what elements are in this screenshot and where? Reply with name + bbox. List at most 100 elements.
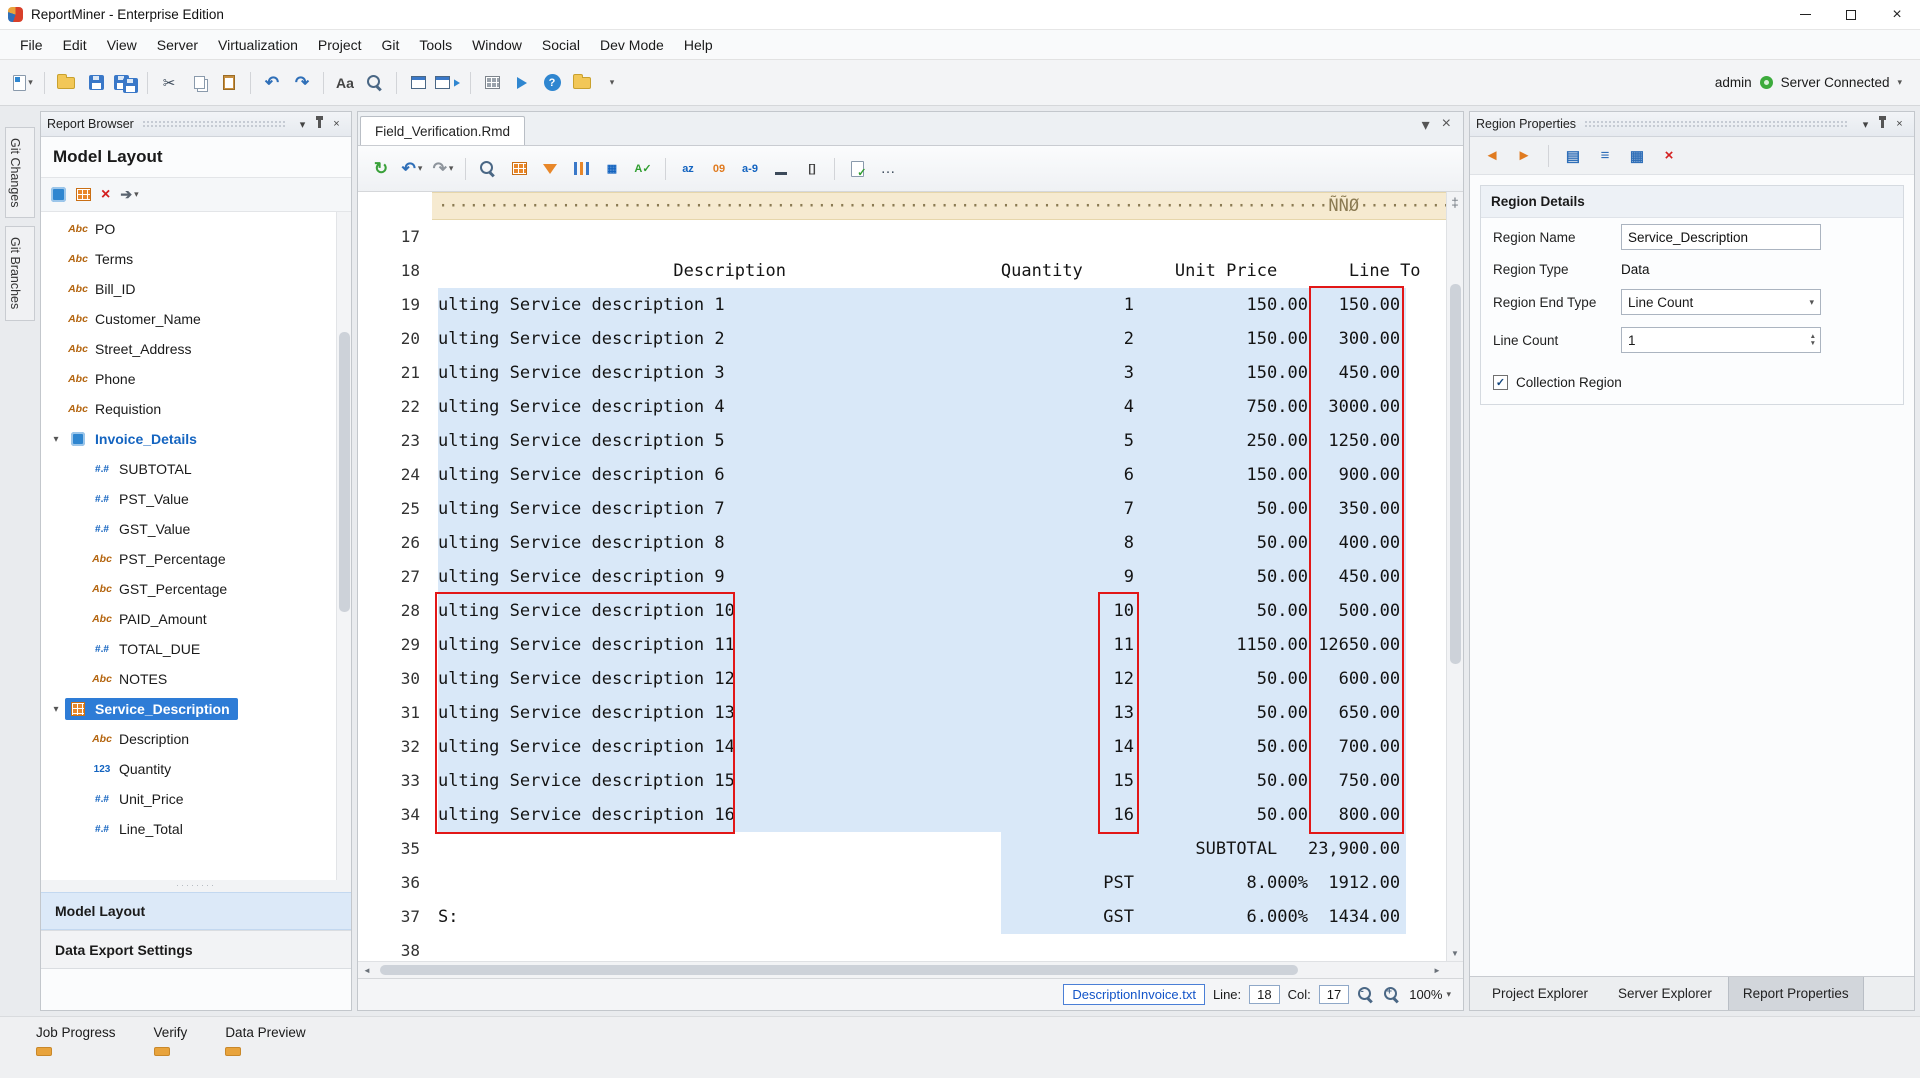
project-explorer-tab[interactable]: Project Explorer bbox=[1478, 977, 1602, 1010]
add-table-region-button[interactable] bbox=[76, 188, 91, 201]
sort-az-button[interactable]: az bbox=[675, 156, 701, 182]
save-all-button[interactable] bbox=[113, 70, 139, 96]
tree-item-total_due[interactable]: #.#TOTAL_DUE bbox=[41, 634, 336, 664]
model-layout-tab[interactable]: Model Layout bbox=[41, 892, 351, 930]
tree-item-customer_name[interactable]: AbcCustomer_Name bbox=[41, 304, 336, 334]
sort-09-button[interactable]: 09 bbox=[706, 156, 732, 182]
minimize-button[interactable] bbox=[1782, 0, 1828, 29]
document-tab[interactable]: Field_Verification.Rmd bbox=[360, 116, 525, 145]
split-view-handle[interactable]: ‡ bbox=[1451, 192, 1458, 212]
viewer-row-27[interactable]: 27ulting Service description 9 9 50.00 4… bbox=[358, 560, 1463, 594]
tree-item-paid_amount[interactable]: AbcPAID_Amount bbox=[41, 604, 336, 634]
refresh-button[interactable]: ↻ bbox=[368, 156, 394, 182]
copy-button[interactable] bbox=[186, 70, 212, 96]
data-grid-button[interactable] bbox=[479, 70, 505, 96]
start-button[interactable] bbox=[509, 70, 535, 96]
brackets-button[interactable]: [] bbox=[799, 156, 825, 182]
previous-region-button[interactable]: ◄ bbox=[1480, 144, 1504, 168]
spin-up-icon[interactable]: ▲ bbox=[1810, 334, 1816, 340]
viewer-row-37[interactable]: 37S: GST 6.000% 1434.00 bbox=[358, 900, 1463, 934]
edit-pattern-button[interactable]: ▦ bbox=[1625, 144, 1649, 168]
toolbar-overflow-button[interactable]: … bbox=[875, 156, 901, 182]
find-button[interactable] bbox=[362, 70, 388, 96]
next-region-button[interactable]: ► bbox=[1512, 144, 1536, 168]
vertical-scrollbar[interactable]: ‡ ▼ bbox=[1446, 192, 1463, 961]
delete-node-button[interactable]: × bbox=[101, 187, 110, 203]
collapse-chevron-icon[interactable]: ▾ bbox=[47, 704, 65, 715]
help-button[interactable]: ? bbox=[539, 70, 565, 96]
horizontal-scrollbar[interactable]: ◄ ► bbox=[358, 961, 1463, 978]
close-button[interactable]: × bbox=[1874, 0, 1920, 29]
panel-close-icon[interactable]: × bbox=[328, 116, 345, 133]
font-style-button[interactable]: Aa bbox=[332, 70, 358, 96]
menu-item-edit[interactable]: Edit bbox=[53, 30, 97, 59]
panel-menu-chevron-icon[interactable]: ▾ bbox=[294, 116, 311, 133]
viewer-row-21[interactable]: 21ulting Service description 3 3 150.00 … bbox=[358, 356, 1463, 390]
viewer-row-25[interactable]: 25ulting Service description 7 7 50.00 3… bbox=[358, 492, 1463, 526]
viewer-row-31[interactable]: 31ulting Service description 13 13 50.00… bbox=[358, 696, 1463, 730]
viewer-row-33[interactable]: 33ulting Service description 15 15 50.00… bbox=[358, 764, 1463, 798]
menu-item-social[interactable]: Social bbox=[532, 30, 590, 59]
paste-button[interactable] bbox=[216, 70, 242, 96]
add-region-button[interactable] bbox=[506, 156, 532, 182]
viewer-row-22[interactable]: 22ulting Service description 4 4 750.00 … bbox=[358, 390, 1463, 424]
region-end-type-select[interactable]: Line Count ▾ bbox=[1621, 289, 1821, 315]
menu-item-view[interactable]: View bbox=[97, 30, 147, 59]
export-model-button[interactable]: ➔▾ bbox=[120, 186, 138, 203]
collapse-chevron-icon[interactable]: ▾ bbox=[47, 434, 65, 445]
tree-item-quantity[interactable]: 123Quantity bbox=[41, 754, 336, 784]
tree-item-po[interactable]: AbcPO bbox=[41, 214, 336, 244]
panel-menu-chevron-icon[interactable]: ▾ bbox=[1857, 116, 1874, 133]
tree-scrollbar[interactable] bbox=[336, 212, 351, 880]
zoom-out-button[interactable]: - bbox=[1357, 986, 1375, 1004]
viewer-row-18[interactable]: 18 Description Quantity Unit Price Line … bbox=[358, 254, 1463, 288]
sort-mixed-button[interactable]: a-9 bbox=[737, 156, 763, 182]
viewer-row-28[interactable]: 28ulting Service description 10 10 50.00… bbox=[358, 594, 1463, 628]
tree-scrollbar-thumb[interactable] bbox=[339, 332, 350, 612]
tree-item-requistion[interactable]: AbcRequistion bbox=[41, 394, 336, 424]
viewer-row-32[interactable]: 32ulting Service description 14 14 50.00… bbox=[358, 730, 1463, 764]
tree-item-gst_value[interactable]: #.#GST_Value bbox=[41, 514, 336, 544]
horizontal-scrollbar-track[interactable] bbox=[376, 962, 1428, 978]
menu-item-server[interactable]: Server bbox=[147, 30, 208, 59]
viewer-row-30[interactable]: 30ulting Service description 12 12 50.00… bbox=[358, 662, 1463, 696]
compare-window-button[interactable] bbox=[435, 70, 462, 96]
goto-region-button[interactable] bbox=[537, 156, 563, 182]
cut-button[interactable]: ✂ bbox=[156, 70, 182, 96]
viewer-row-35[interactable]: 35 SUBTOTAL 23,900.00 bbox=[358, 832, 1463, 866]
job-progress-panel-tab[interactable]: Job Progress bbox=[36, 1025, 116, 1078]
menu-item-virtualization[interactable]: Virtualization bbox=[208, 30, 308, 59]
tree-item-gst_percentage[interactable]: AbcGST_Percentage bbox=[41, 574, 336, 604]
redo-button[interactable]: ↷ bbox=[289, 70, 315, 96]
menu-item-file[interactable]: File bbox=[10, 30, 53, 59]
spin-down-icon[interactable]: ▼ bbox=[1810, 341, 1816, 347]
maximize-button[interactable] bbox=[1828, 0, 1874, 29]
tree-item-description[interactable]: AbcDescription bbox=[41, 724, 336, 754]
report-viewer[interactable]: ········································… bbox=[358, 192, 1463, 961]
zoom-level-select[interactable]: 100% ▾ bbox=[1409, 987, 1451, 1002]
doc-redo-button[interactable]: ↷▾ bbox=[430, 156, 456, 182]
viewer-row-38[interactable]: 38 bbox=[358, 934, 1463, 961]
panel-close-icon[interactable]: × bbox=[1891, 116, 1908, 133]
menu-item-window[interactable]: Window bbox=[462, 30, 532, 59]
zoom-in-button[interactable]: + bbox=[1383, 986, 1401, 1004]
new-window-button[interactable] bbox=[405, 70, 431, 96]
viewer-row-36[interactable]: 36 PST 8.000% 1912.00 bbox=[358, 866, 1463, 900]
menu-item-git[interactable]: Git bbox=[372, 30, 410, 59]
viewer-row-17[interactable]: 17 bbox=[358, 220, 1463, 254]
tree-item-bill_id[interactable]: AbcBill_ID bbox=[41, 274, 336, 304]
find-in-report-button[interactable] bbox=[475, 156, 501, 182]
verify-fields-button[interactable]: A✓ bbox=[630, 156, 656, 182]
viewer-row-29[interactable]: 29ulting Service description 11 11 1150.… bbox=[358, 628, 1463, 662]
viewer-row-26[interactable]: 26ulting Service description 8 8 50.00 4… bbox=[358, 526, 1463, 560]
data-preview-panel-tab[interactable]: Data Preview bbox=[225, 1025, 305, 1078]
undo-button[interactable]: ↶ bbox=[259, 70, 285, 96]
auto-parse-button[interactable] bbox=[568, 156, 594, 182]
tree-item-unit_price[interactable]: #.#Unit_Price bbox=[41, 784, 336, 814]
tree-item-pst_percentage[interactable]: AbcPST_Percentage bbox=[41, 544, 336, 574]
menu-item-help[interactable]: Help bbox=[674, 30, 723, 59]
pin-icon[interactable] bbox=[311, 116, 328, 133]
toolbar-overflow-button[interactable]: ▾ bbox=[599, 70, 625, 96]
whitespace-button[interactable] bbox=[768, 156, 794, 182]
merge-region-button[interactable]: ≡ bbox=[1593, 144, 1617, 168]
